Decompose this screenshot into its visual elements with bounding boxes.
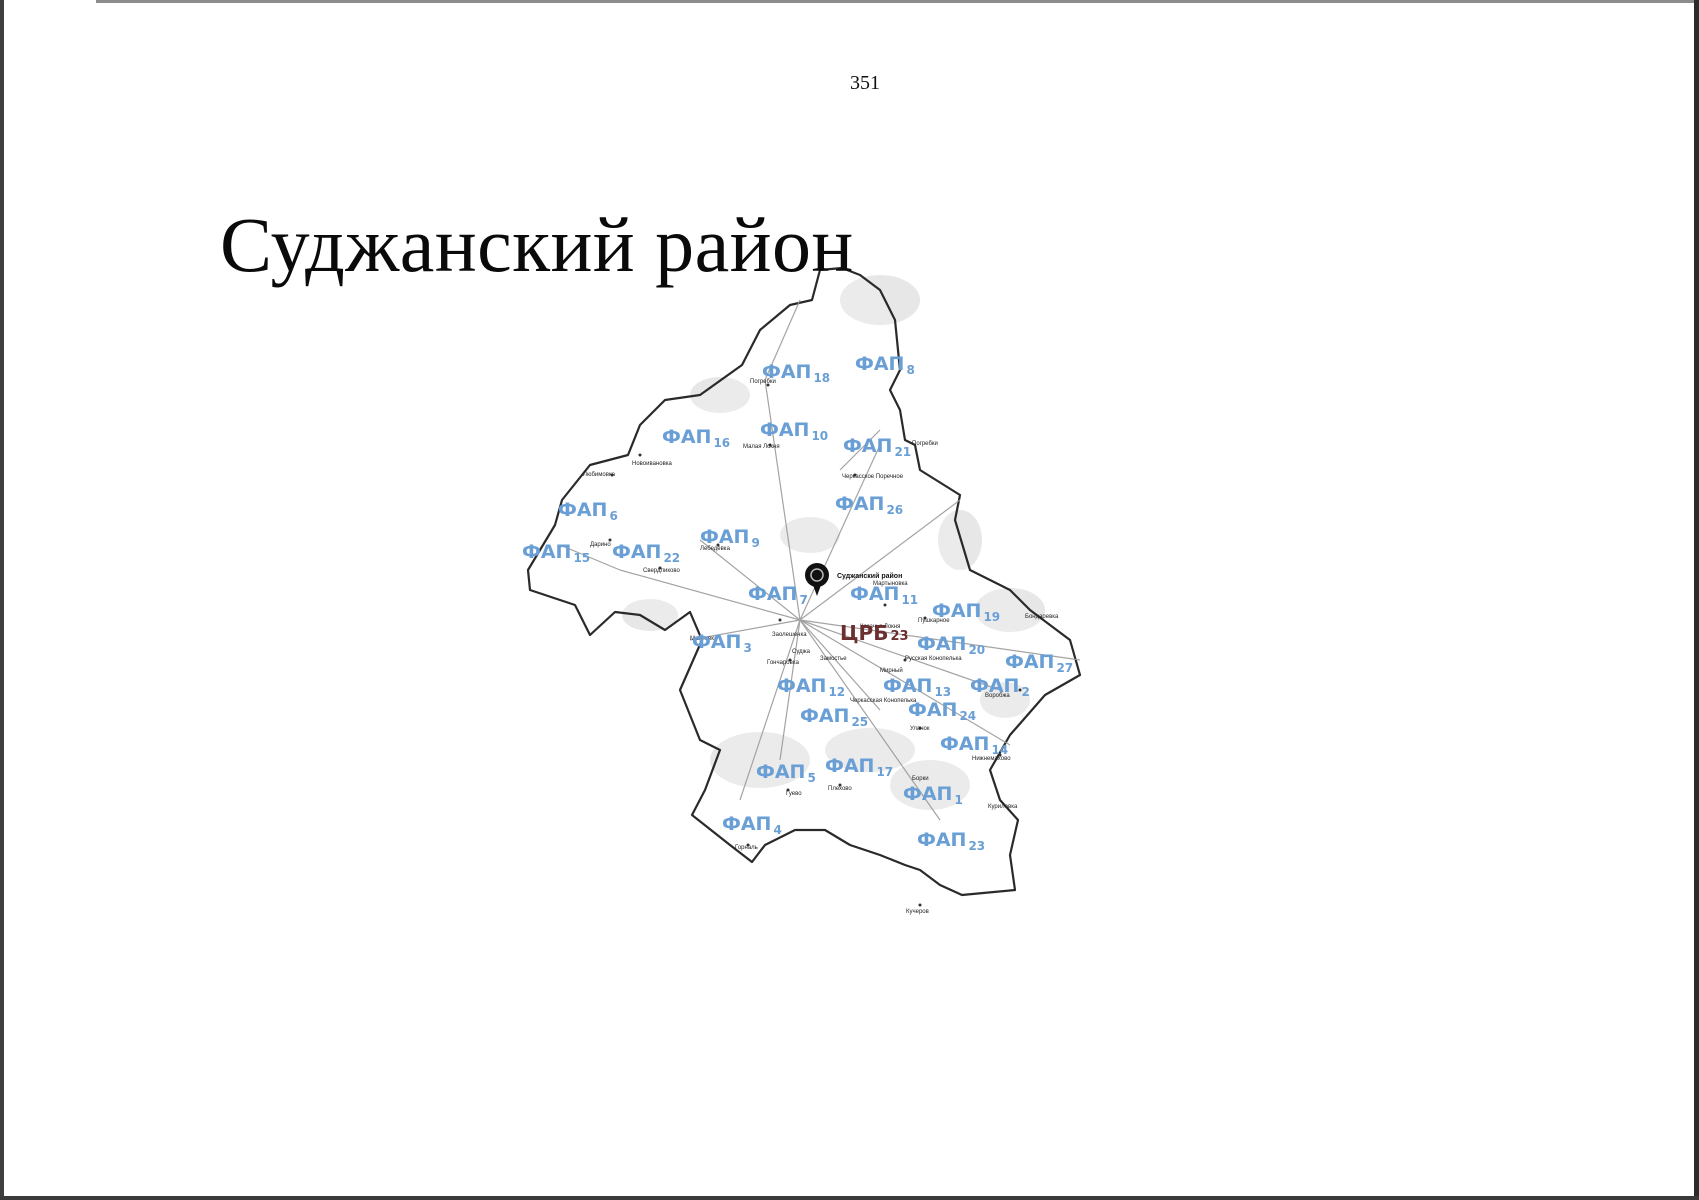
fap-number: 27 <box>1056 661 1073 675</box>
fap-number: 2 <box>1021 685 1029 699</box>
place-label: Плехово <box>828 786 852 792</box>
place-label: Малая Локня <box>743 444 780 450</box>
place-label: Свердликово <box>643 568 680 574</box>
fap-number: 16 <box>713 436 730 450</box>
fap-name: ФАП <box>917 633 966 655</box>
fap-name: ФАП <box>522 541 571 563</box>
place-label: Черкасское Поречное <box>842 474 904 480</box>
fap-number: 23 <box>968 839 985 853</box>
fap-name: ФАП <box>850 583 899 605</box>
fap-name: ФАП <box>800 705 849 727</box>
crb-name: ЦРБ <box>840 621 888 645</box>
fap-number: 15 <box>573 551 590 565</box>
fap-number: 6 <box>609 509 617 523</box>
fap-number: 17 <box>876 765 893 779</box>
place-label: Русская Конопелька <box>905 656 962 662</box>
place-label: Замостье <box>820 656 847 662</box>
place-label: Погребки <box>912 441 938 447</box>
fap-number: 24 <box>959 709 976 723</box>
fap-name: ФАП <box>883 675 932 697</box>
place-label: Горналь <box>735 845 758 851</box>
place-label: Уланок <box>910 726 930 732</box>
fap-number: 8 <box>906 363 914 377</box>
page-title: Суджанский район <box>220 201 854 288</box>
fap-name: ФАП <box>835 493 884 515</box>
fap-name: ФАП <box>917 829 966 851</box>
fap-name: ФАП <box>692 631 741 653</box>
place-label: Черкасская Конопелька <box>850 698 917 704</box>
district-marker-label: Суджанский район <box>837 572 902 580</box>
place-label: Борки <box>912 776 929 782</box>
fap-name: ФАП <box>932 600 981 622</box>
place-label: Гончаровка <box>767 660 800 666</box>
fap-number: 20 <box>968 643 985 657</box>
fap-number: 4 <box>773 823 781 837</box>
fap-number: 13 <box>934 685 951 699</box>
place-label: Суджа <box>792 649 811 655</box>
fap-name: ФАП <box>855 353 904 375</box>
fap-name: ФАП <box>700 526 749 548</box>
fap-number: 9 <box>751 536 759 550</box>
fap-number: 7 <box>799 593 807 607</box>
fap-number: 26 <box>886 503 903 517</box>
fap-name: ФАП <box>662 426 711 448</box>
fap-number: 12 <box>828 685 845 699</box>
fap-name: ФАП <box>612 541 661 563</box>
fap-number: 25 <box>851 715 868 729</box>
fap-name: ФАП <box>970 675 1019 697</box>
fap-number: 19 <box>983 610 1000 624</box>
place-label: Дарино <box>590 542 611 548</box>
fap-name: ФАП <box>940 733 989 755</box>
fap-name: ФАП <box>908 699 957 721</box>
place-label: Куриловка <box>988 804 1018 810</box>
fap-label-8: ФАП 8 <box>855 353 915 377</box>
fap-name: ФАП <box>756 761 805 783</box>
fap-name: ФАП <box>722 813 771 835</box>
place-label: Мирный <box>880 667 903 674</box>
fap-number: 5 <box>807 771 815 785</box>
fap-number: 18 <box>813 371 830 385</box>
place-label: Заолешенка <box>772 632 807 638</box>
fap-number: 1 <box>954 793 962 807</box>
fap-name: ФАП <box>903 783 952 805</box>
place-label: Бондаревка <box>1025 614 1059 620</box>
fap-number: 22 <box>663 551 680 565</box>
place-label: Кучеров <box>906 909 929 915</box>
place-label: Новоивановка <box>632 461 673 467</box>
fap-number: 21 <box>894 445 911 459</box>
district-map: Погребки Малая Локня Любимовка Новоивано… <box>522 266 1082 915</box>
fap-number: 10 <box>811 429 828 443</box>
fap-number: 14 <box>991 743 1008 757</box>
fap-name: ФАП <box>762 361 811 383</box>
fap-name: ФАП <box>760 419 809 441</box>
fap-name: ФАП <box>748 583 797 605</box>
fap-name: ФАП <box>777 675 826 697</box>
fap-name: ФАП <box>558 499 607 521</box>
fap-number: 11 <box>901 593 918 607</box>
fap-number: 3 <box>743 641 751 655</box>
crb-number: 23 <box>890 629 908 644</box>
place-label: Гуево <box>786 791 802 797</box>
fap-name: ФАП <box>1005 651 1054 673</box>
fap-name: ФАП <box>825 755 874 777</box>
place-label: Любимовка <box>583 472 616 478</box>
fap-name: ФАП <box>843 435 892 457</box>
